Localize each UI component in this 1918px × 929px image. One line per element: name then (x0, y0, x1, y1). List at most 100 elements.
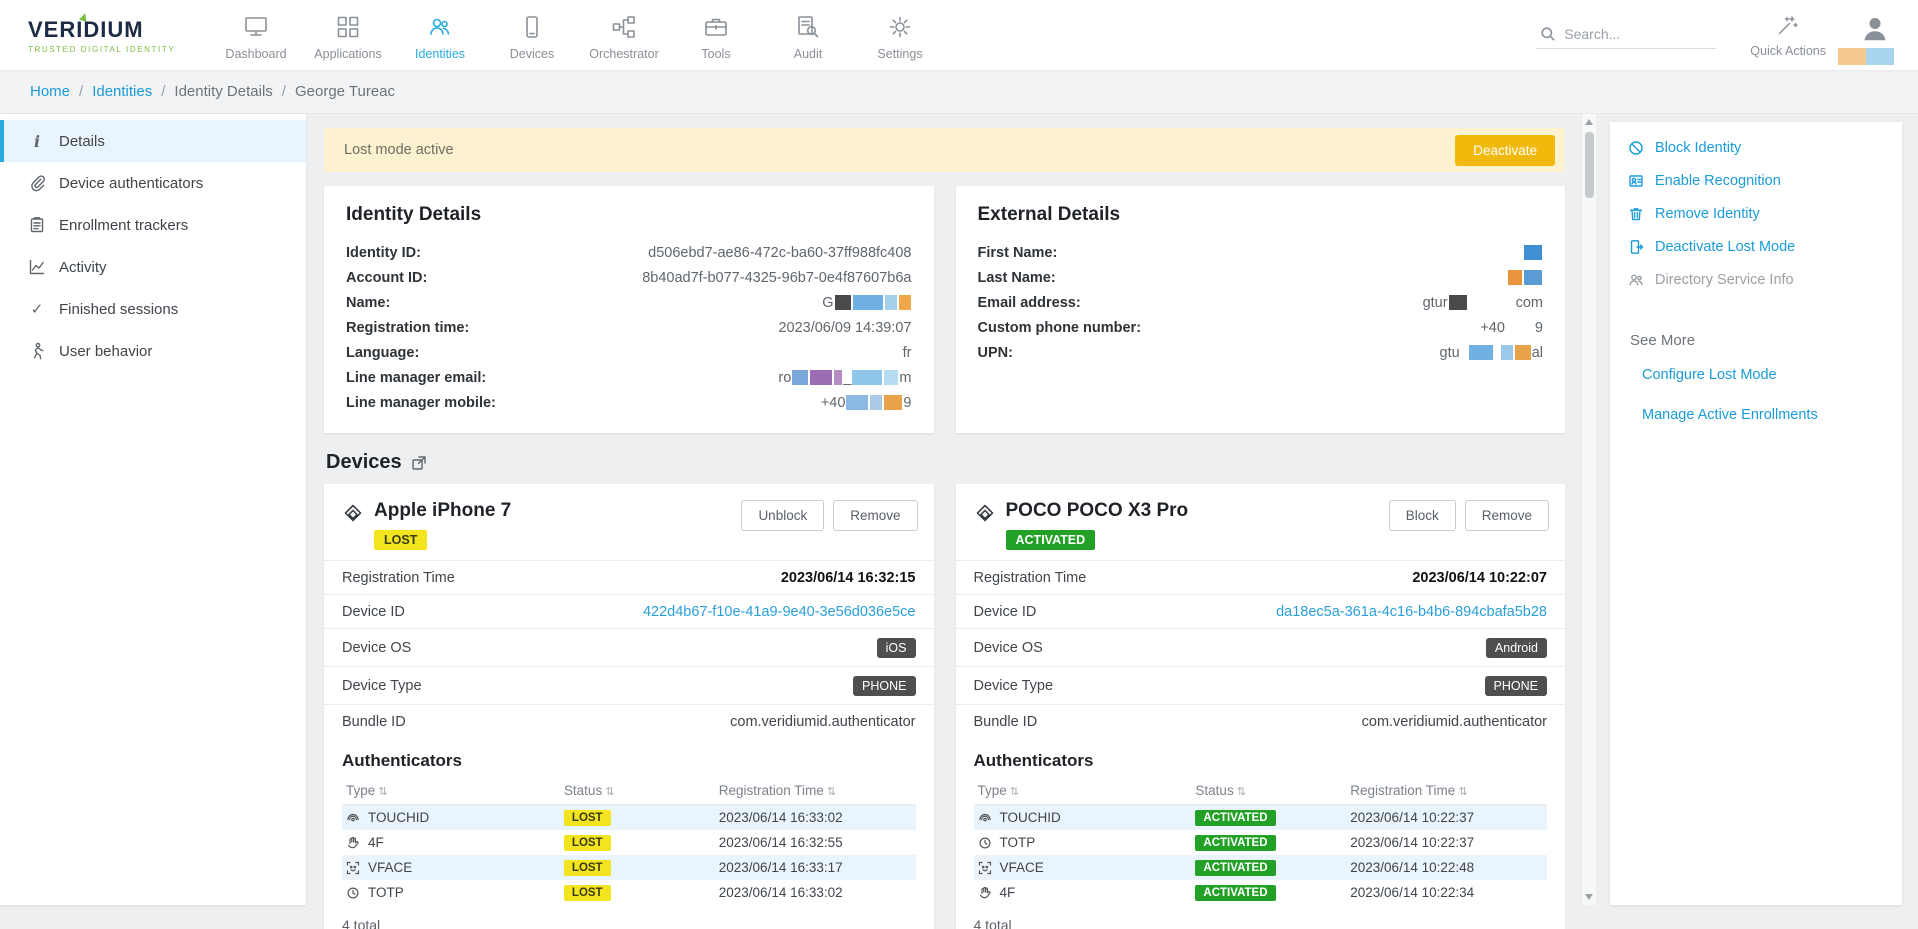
field-value: d506ebd7-ae86-472c-ba60-37ff988fc408 (648, 245, 911, 261)
field-row: Last Name: (978, 265, 1544, 290)
breadcrumb-separator: / (161, 83, 165, 100)
remove-identity-action[interactable]: Remove Identity (1628, 206, 1884, 222)
scroll-up-arrow[interactable] (1585, 119, 1593, 125)
authenticators-title: Authenticators (324, 738, 934, 777)
column-header-registration-time[interactable]: Registration Time⇅ (1346, 777, 1547, 805)
nav-item-dashboard[interactable]: Dashboard (210, 10, 302, 61)
devices-icon (519, 14, 545, 40)
trash-icon (1628, 206, 1644, 222)
face-scan-icon (346, 861, 360, 875)
main-nav: Dashboard Applications Identities Device… (210, 10, 946, 61)
paperclip-icon (28, 174, 46, 192)
device-id-link[interactable]: 422d4b67-f10e-41a9-9e40-3e56d036e5ce (643, 604, 916, 620)
info-icon: i (28, 132, 46, 151)
remove-device-button[interactable]: Remove (1465, 500, 1549, 531)
recognition-icon (1628, 173, 1644, 189)
redaction-chips (1838, 48, 1894, 65)
remove-device-button[interactable]: Remove (833, 500, 917, 531)
quick-actions-label: Quick Actions (1750, 44, 1826, 58)
page-body: i Details Device authenticators Enrollme… (0, 114, 1918, 929)
sidebar-item-enrollment-trackers[interactable]: Enrollment trackers (0, 204, 306, 246)
device-status-badge: LOST (374, 530, 427, 550)
redaction-chip-blue (1866, 48, 1894, 65)
nav-item-audit[interactable]: Audit (762, 10, 854, 61)
device-os-badge: iOS (877, 638, 916, 658)
field-row: Identity ID: d506ebd7-ae86-472c-ba60-37f… (346, 240, 912, 265)
manage-active-enrollments-link[interactable]: Manage Active Enrollments (1642, 407, 1884, 423)
sidebar-item-user-behavior[interactable]: User behavior (0, 330, 306, 372)
nav-item-applications[interactable]: Applications (302, 10, 394, 61)
nav-item-settings[interactable]: Settings (854, 10, 946, 61)
sidebar-item-device-authenticators[interactable]: Device authenticators (0, 162, 306, 204)
auth-row: 4F LOST 2023/06/14 16:32:55 (342, 830, 916, 855)
status-badge: ACTIVATED (1195, 835, 1275, 851)
device-os-badge: Android (1486, 638, 1547, 658)
user-avatar[interactable] (1860, 12, 1890, 49)
block-button[interactable]: Block (1389, 500, 1456, 531)
device-card-header: Apple iPhone 7 LOST Unblock Remove (324, 484, 934, 560)
deactivate-button[interactable]: Deactivate (1455, 135, 1555, 166)
sidebar-item-details[interactable]: i Details (0, 120, 306, 162)
dashboard-icon (243, 14, 269, 40)
field-value-redacted: gturcom (1423, 295, 1543, 311)
status-badge: ACTIVATED (1195, 860, 1275, 876)
field-value-redacted: gtual (1440, 345, 1543, 361)
main-scrollbar[interactable] (1581, 114, 1596, 905)
search-box[interactable] (1536, 20, 1716, 49)
device-field-label: Device OS (342, 640, 411, 656)
devices-title: Devices (326, 451, 402, 474)
quick-actions-button[interactable]: Quick Actions (1750, 12, 1826, 58)
nav-label: Audit (794, 47, 823, 61)
unblock-button[interactable]: Unblock (741, 500, 824, 531)
auth-row: TOUCHID LOST 2023/06/14 16:33:02 (342, 805, 916, 831)
device-field-label: Device ID (974, 604, 1037, 620)
device-field-row: Device Type PHONE (324, 666, 934, 704)
external-link-icon[interactable] (411, 455, 427, 471)
device-field-row: Device OS iOS (324, 628, 934, 666)
enable-recognition-action[interactable]: Enable Recognition (1628, 173, 1884, 189)
sidebar-item-finished-sessions[interactable]: ✓ Finished sessions (0, 288, 306, 330)
deactivate-lost-mode-action[interactable]: Deactivate Lost Mode (1628, 239, 1884, 255)
column-header-status[interactable]: Status⇅ (560, 777, 715, 805)
breadcrumb-home[interactable]: Home (30, 83, 70, 100)
column-header-status[interactable]: Status⇅ (1191, 777, 1346, 805)
device-field-value: 2023/06/14 16:32:15 (781, 570, 916, 586)
face-scan-icon (978, 861, 992, 875)
block-identity-action[interactable]: Block Identity (1628, 140, 1884, 156)
field-label: Identity ID: (346, 245, 421, 261)
field-row: Registration time: 2023/06/09 14:39:07 (346, 315, 912, 340)
nav-item-devices[interactable]: Devices (486, 10, 578, 61)
column-header-type[interactable]: Type⇅ (342, 777, 560, 805)
sidebar-item-activity[interactable]: Activity (0, 246, 306, 288)
scroll-down-arrow[interactable] (1585, 894, 1593, 900)
scrollbar-thumb[interactable] (1585, 132, 1594, 198)
clipboard-icon (28, 216, 46, 234)
device-status-badge: ACTIVATED (1006, 530, 1096, 550)
action-label: Block Identity (1655, 140, 1741, 156)
device-name: POCO POCO X3 Pro (1006, 500, 1189, 522)
search-input[interactable] (1564, 26, 1694, 42)
veridium-logo[interactable]: VERIDIUM TRUSTED DIGITAL IDENTITY (28, 17, 198, 54)
sort-icon: ⇅ (1458, 786, 1467, 798)
see-more-heading: See More (1630, 332, 1884, 349)
configure-lost-mode-link[interactable]: Configure Lost Mode (1642, 367, 1884, 383)
column-header-type[interactable]: Type⇅ (974, 777, 1192, 805)
tools-icon (703, 14, 729, 40)
field-value: 2023/06/09 14:39:07 (778, 320, 911, 336)
field-row: Line manager email: ro_m (346, 365, 912, 390)
directory-people-icon (1628, 272, 1644, 288)
nav-label: Devices (510, 47, 554, 61)
nav-label: Tools (701, 47, 730, 61)
field-label: Registration time: (346, 320, 469, 336)
device-card-header: POCO POCO X3 Pro ACTIVATED Block Remove (956, 484, 1566, 560)
auth-row: TOTP ACTIVATED 2023/06/14 10:22:37 (974, 830, 1548, 855)
device-field-row: Device ID da18ec5a-361a-4c16-b4b6-894cba… (956, 594, 1566, 628)
column-header-registration-time[interactable]: Registration Time⇅ (715, 777, 916, 805)
breadcrumb-identities[interactable]: Identities (92, 83, 152, 100)
nav-item-orchestrator[interactable]: Orchestrator (578, 10, 670, 61)
status-badge: LOST (564, 860, 611, 876)
device-id-link[interactable]: da18ec5a-361a-4c16-b4b6-894cbafa5b28 (1276, 604, 1547, 620)
nav-item-tools[interactable]: Tools (670, 10, 762, 61)
breadcrumb-separator: / (79, 83, 83, 100)
nav-item-identities[interactable]: Identities (394, 10, 486, 61)
